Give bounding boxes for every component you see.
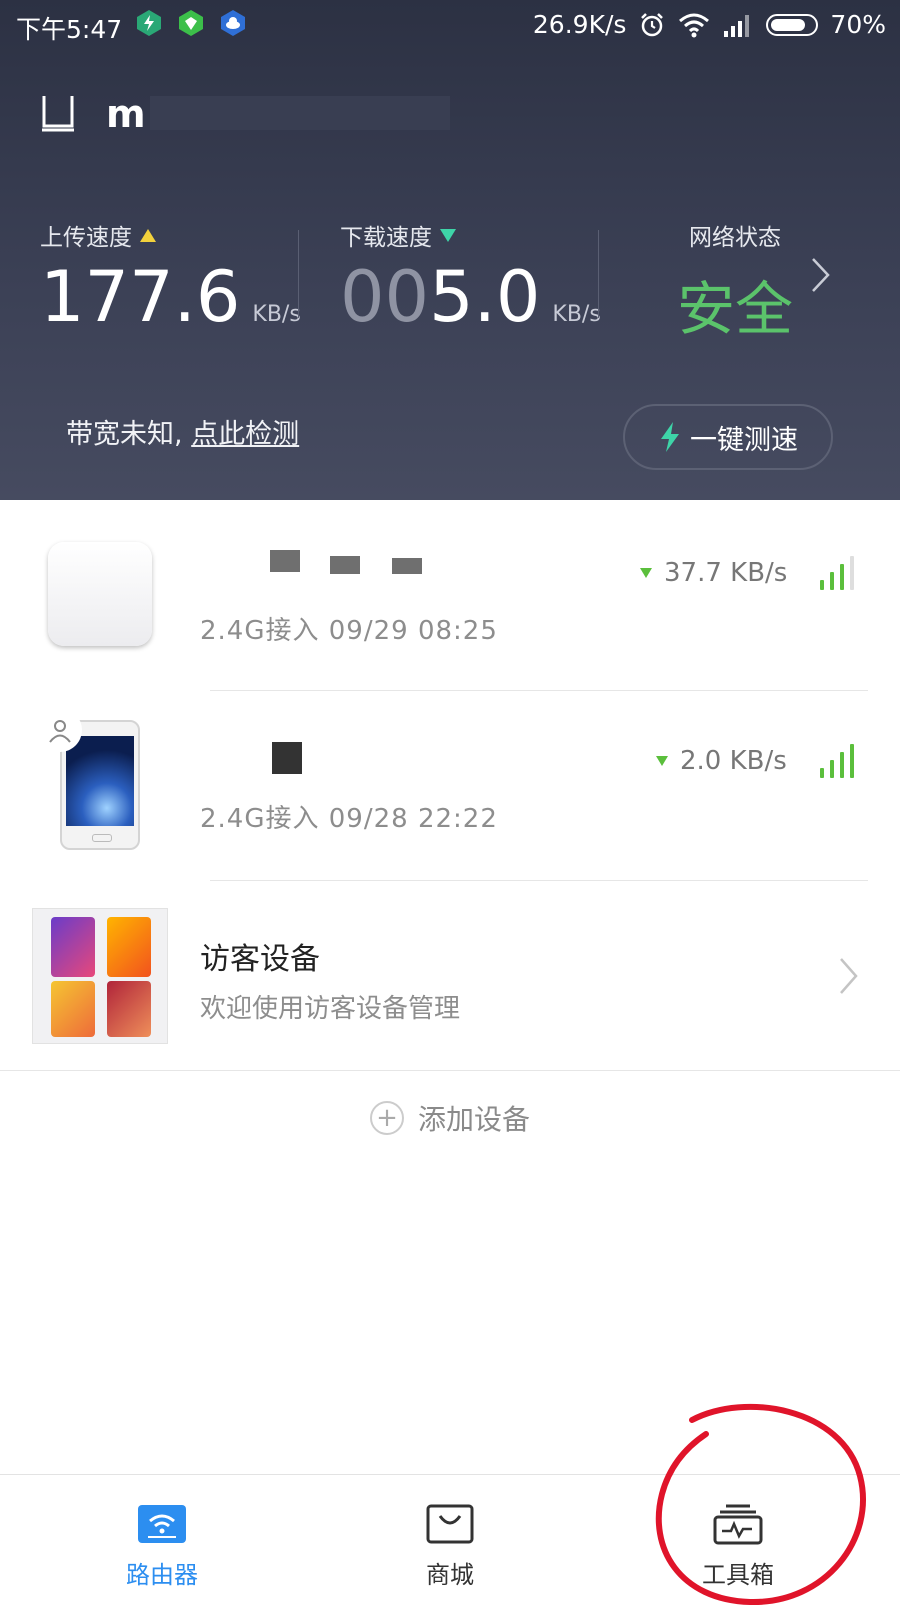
device-subtitle: 2.4G接入 09/28 22:22 — [200, 804, 498, 834]
power-app-icon — [135, 9, 163, 37]
tab-toolbox-label: 工具箱 — [702, 1561, 774, 1589]
router-icon — [42, 96, 74, 132]
guest-devices-row[interactable]: 访客设备 欢迎使用访客设备管理 — [0, 880, 900, 1070]
device-speed-value: 37.7 KB/s — [664, 558, 788, 588]
battery-icon — [766, 13, 819, 36]
tab-router[interactable]: 路由器 — [92, 1503, 232, 1590]
notification-icons — [135, 9, 247, 37]
speedtest-label: 一键测速 — [690, 424, 798, 456]
upload-arrow-icon — [140, 228, 156, 242]
device-speed: 37.7 KB/s — [640, 558, 787, 588]
router-title-row[interactable]: mi — [38, 92, 163, 136]
device-subtitle: 2.4G接入 09/29 08:25 — [200, 616, 498, 646]
device-speed-value: 2.0 KB/s — [680, 746, 787, 776]
stat-divider — [298, 230, 299, 318]
bandwidth-check-link[interactable]: 点此检测 — [191, 419, 299, 450]
shopping-bag-icon — [426, 1504, 474, 1544]
status-time: 下午5:47 — [16, 15, 123, 44]
redacted-device-name — [392, 558, 422, 574]
download-stat: 下载速度 00 5.0 KB/s — [340, 218, 601, 338]
bottom-nav: 路由器 商城 工具箱 — [0, 1474, 900, 1601]
device-speed: 2.0 KB/s — [656, 746, 787, 776]
upload-value: 177.6 — [40, 256, 241, 338]
upload-label: 上传速度 — [40, 225, 132, 251]
download-value-leading: 00 — [340, 256, 430, 338]
user-icon — [38, 708, 82, 752]
divider — [0, 1070, 900, 1071]
network-status-value: 安全 — [676, 275, 793, 343]
guest-devices-subtitle: 欢迎使用访客设备管理 — [200, 994, 461, 1024]
bandwidth-row: 带宽未知, 点此检测 — [66, 412, 299, 451]
download-label: 下载速度 — [340, 225, 432, 251]
tab-toolbox[interactable]: 工具箱 — [668, 1503, 808, 1590]
upload-unit: KB/s — [252, 302, 301, 327]
redacted-device-name — [330, 556, 360, 574]
plus-icon: + — [369, 1101, 404, 1135]
device-row[interactable]: 2.4G接入 09/29 08:25 37.7 KB/s — [0, 500, 900, 690]
redacted-device-name — [270, 550, 300, 572]
network-status-label: 网络状态 — [689, 225, 781, 251]
download-arrow-icon — [440, 228, 456, 242]
router-header: 下午5:47 26.9K/s 70% mi 上传速度 177.6 KB/s 下载… — [0, 0, 900, 500]
redacted-router-name — [150, 96, 450, 130]
add-device-label: 添加设备 — [417, 1103, 530, 1136]
tab-store[interactable]: 商城 — [380, 1503, 520, 1590]
stat-divider — [598, 230, 599, 318]
cell-signal-icon — [724, 14, 750, 37]
device-thumbnail — [48, 542, 152, 646]
lightning-icon — [661, 422, 679, 452]
bandwidth-text: 带宽未知, — [66, 419, 183, 450]
signal-strength-icon — [820, 744, 854, 778]
toolbox-icon — [713, 1504, 763, 1545]
status-bar: 下午5:47 26.9K/s 70% — [0, 0, 900, 52]
chevron-right-icon[interactable] — [810, 256, 832, 294]
tab-router-label: 路由器 — [126, 1561, 198, 1589]
device-row[interactable]: 2.4G接入 09/28 22:22 2.0 KB/s — [0, 690, 900, 880]
wifi-icon — [679, 13, 710, 37]
alarm-icon — [641, 12, 664, 36]
download-value: 5.0 — [429, 256, 541, 338]
net-speed: 26.9K/s — [532, 10, 627, 39]
signal-strength-icon — [820, 556, 854, 590]
download-arrow-icon — [656, 756, 668, 766]
shield-app-icon — [177, 9, 205, 37]
network-status[interactable]: 网络状态 安全 — [660, 218, 810, 346]
cloud-app-icon — [219, 9, 247, 37]
status-right: 26.9K/s 70% — [533, 10, 886, 39]
battery-percent: 70% — [830, 10, 886, 39]
tab-store-label: 商城 — [426, 1561, 474, 1589]
speedtest-button[interactable]: 一键测速 — [623, 404, 833, 470]
add-device-button[interactable]: + 添加设备 — [0, 1098, 900, 1138]
download-arrow-icon — [640, 568, 652, 578]
guest-devices-title: 访客设备 — [200, 942, 320, 977]
upload-stat: 上传速度 177.6 KB/s — [40, 218, 301, 338]
guest-devices-thumbnail — [32, 908, 168, 1044]
chevron-right-icon — [840, 958, 858, 994]
wifi-router-icon — [138, 1505, 186, 1543]
download-unit: KB/s — [552, 302, 601, 327]
redacted-device-name — [272, 742, 302, 774]
